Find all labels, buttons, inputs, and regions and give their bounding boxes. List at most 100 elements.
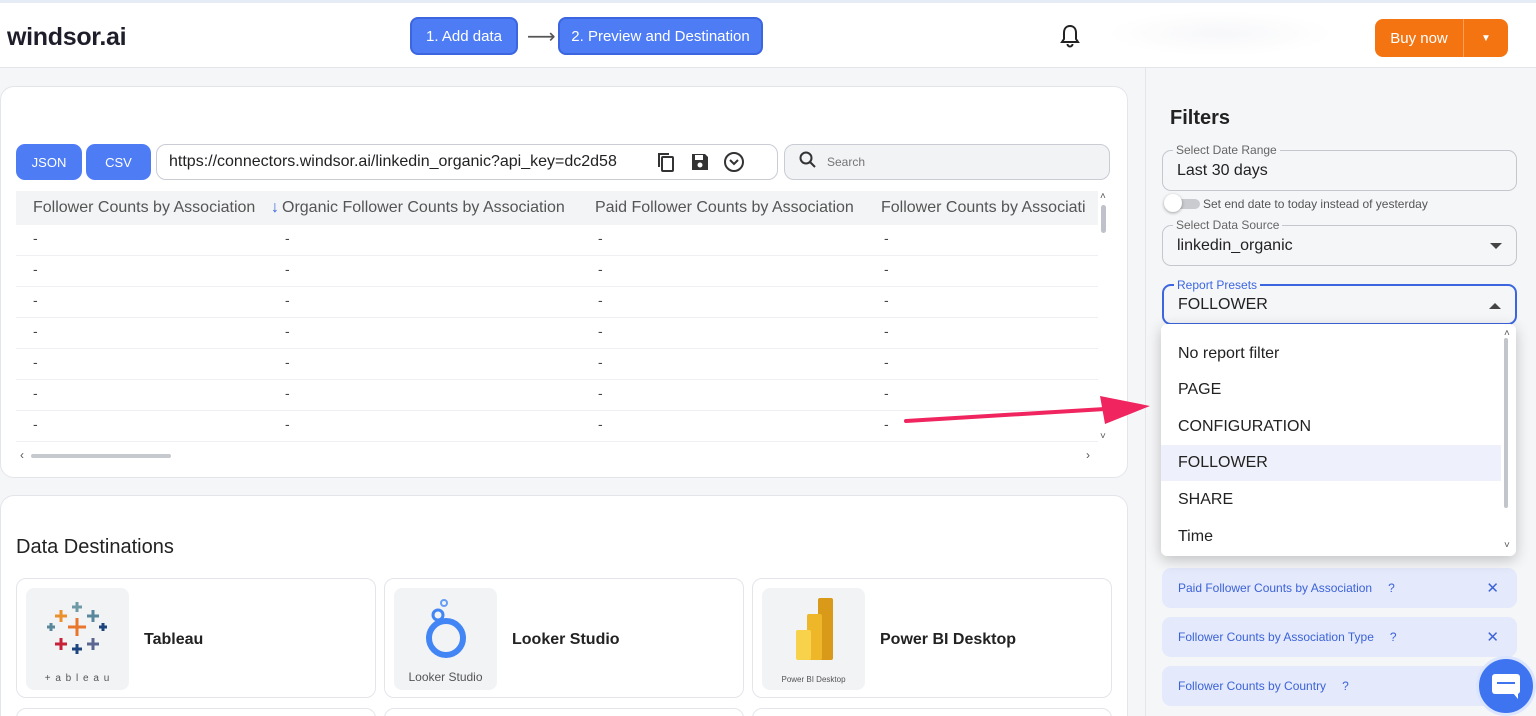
table-cell: - <box>884 323 889 339</box>
table-row: - - - - <box>16 349 1098 380</box>
destination-tile-partial[interactable] <box>16 708 376 716</box>
menu-item-follower[interactable]: FOLLOWER <box>1161 445 1501 481</box>
copy-icon[interactable] <box>654 150 678 174</box>
chat-widget-button[interactable] <box>1476 656 1536 716</box>
column-header[interactable]: Paid Follower Counts by Association <box>595 199 854 217</box>
report-presets-select[interactable]: Report Presets FOLLOWER <box>1162 278 1517 325</box>
notification-bell-icon[interactable] <box>1058 23 1082 49</box>
selected-field-chip[interactable]: Follower Counts by Association Type ? ✕ <box>1162 617 1517 657</box>
table-cell: - <box>884 292 889 308</box>
close-icon[interactable]: ✕ <box>1486 628 1499 646</box>
destination-tableau[interactable]: + a b l e a u Tableau <box>16 578 376 698</box>
chip-label: Follower Counts by Country <box>1178 679 1327 693</box>
menu-scrollbar[interactable] <box>1504 338 1508 508</box>
buy-now-label: Buy now <box>1390 29 1448 47</box>
destination-name: Tableau <box>144 631 204 648</box>
date-range-value: Last 30 days <box>1177 162 1268 179</box>
save-icon[interactable] <box>688 150 712 174</box>
close-icon[interactable]: ✕ <box>1486 579 1499 597</box>
json-format-button[interactable]: JSON <box>16 144 82 180</box>
menu-item-page[interactable]: PAGE <box>1161 372 1501 408</box>
step-preview-destination-button[interactable]: 2. Preview and Destination <box>558 17 763 55</box>
table-cell: - <box>598 323 603 339</box>
destination-name: Power BI Desktop <box>880 631 1017 648</box>
chevron-up-icon[interactable] <box>1489 303 1501 309</box>
end-date-toggle-knob[interactable] <box>1164 194 1182 212</box>
table-cell: - <box>285 292 290 308</box>
destination-name: Looker Studio <box>512 631 620 648</box>
chevron-down-icon[interactable] <box>1490 243 1502 249</box>
blurred-account-area <box>1105 11 1335 56</box>
power-bi-logo-icon: Power BI Desktop <box>762 588 865 690</box>
tableau-logo-caption: + a b l e a u <box>44 673 111 684</box>
table-vertical-scrollbar[interactable] <box>1101 205 1106 233</box>
destination-tile-partial[interactable] <box>752 708 1112 716</box>
sort-down-icon[interactable]: ↓ <box>271 199 279 217</box>
end-date-toggle-label: Set end date to today instead of yesterd… <box>1203 197 1428 211</box>
table-horizontal-scrollbar[interactable] <box>31 454 171 458</box>
windsor-logo[interactable]: windsor.ai <box>7 23 127 52</box>
help-icon[interactable]: ? <box>1390 630 1397 644</box>
table-cell: - <box>33 323 38 339</box>
menu-item-share[interactable]: SHARE <box>1161 482 1501 518</box>
scroll-right-arrow-icon[interactable]: › <box>1086 448 1090 462</box>
date-range-select[interactable]: Select Date Range Last 30 days <box>1162 143 1517 191</box>
table-search-box[interactable] <box>784 144 1110 180</box>
data-source-select[interactable]: Select Data Source linkedin_organic <box>1162 218 1517 266</box>
table-cell: - <box>285 230 290 246</box>
data-source-label: Select Data Source <box>1173 218 1283 232</box>
table-cell: - <box>884 416 889 432</box>
destination-power-bi-desktop[interactable]: Power BI Desktop Power BI Desktop <box>752 578 1112 698</box>
table-row: - - - - <box>16 225 1098 256</box>
csv-format-button[interactable]: CSV <box>86 144 151 180</box>
chat-icon <box>1492 674 1520 699</box>
api-url-field[interactable]: https://connectors.windsor.ai/linkedin_o… <box>156 144 778 180</box>
report-presets-label: Report Presets <box>1174 278 1261 292</box>
selected-field-chip[interactable]: Follower Counts by Country ? <box>1162 666 1517 706</box>
menu-item-time[interactable]: Time <box>1161 519 1501 555</box>
table-cell: - <box>884 385 889 401</box>
date-range-label: Select Date Range <box>1173 143 1280 157</box>
destination-tile-partial[interactable] <box>384 708 744 716</box>
table-cell: - <box>285 354 290 370</box>
table-cell: - <box>285 323 290 339</box>
report-presets-menu: No report filter PAGE CONFIGURATION FOLL… <box>1161 324 1516 556</box>
column-header[interactable]: Follower Counts by Association <box>33 199 255 217</box>
menu-item-configuration[interactable]: CONFIGURATION <box>1161 409 1501 445</box>
menu-scroll-down-icon[interactable]: ˅ <box>1504 540 1510 551</box>
table-cell: - <box>598 261 603 277</box>
table-row: - - - - <box>16 287 1098 318</box>
help-icon[interactable]: ? <box>1342 679 1349 693</box>
data-source-value: linkedin_organic <box>1177 237 1293 254</box>
looker-logo-caption: Looker Studio <box>408 670 483 684</box>
step-add-data-button[interactable]: 1. Add data <box>410 17 518 55</box>
scroll-left-arrow-icon[interactable]: ‹ <box>20 448 24 462</box>
expand-circle-icon[interactable] <box>722 150 746 174</box>
menu-scroll-up-icon[interactable]: ˄ <box>1504 328 1510 339</box>
table-cell: - <box>285 385 290 401</box>
annotation-arrow-icon <box>904 396 1150 424</box>
search-input[interactable] <box>827 155 1087 169</box>
destinations-title: Data Destinations <box>16 536 174 558</box>
menu-item-no-report-filter[interactable]: No report filter <box>1161 336 1501 372</box>
looker-studio-logo-icon: Looker Studio <box>394 588 497 690</box>
table-cell: - <box>884 230 889 246</box>
table-cell: - <box>33 230 38 246</box>
destination-looker-studio[interactable]: Looker Studio Looker Studio <box>384 578 744 698</box>
table-cell: - <box>33 292 38 308</box>
buy-dropdown-caret-icon[interactable]: ▼ <box>1464 33 1508 44</box>
column-header[interactable]: Organic Follower Counts by Association <box>282 199 565 217</box>
buy-now-button[interactable]: Buy now ▼ <box>1375 19 1508 57</box>
table-cell: - <box>33 354 38 370</box>
scroll-up-arrow-icon[interactable]: ˄ <box>1100 191 1106 202</box>
chip-label: Follower Counts by Association Type <box>1178 630 1374 644</box>
step-arrow-icon: ⟶ <box>527 26 556 48</box>
table-cell: - <box>598 354 603 370</box>
help-icon[interactable]: ? <box>1388 581 1395 595</box>
table-cell: - <box>598 292 603 308</box>
column-header[interactable]: Follower Counts by Associati <box>881 199 1086 217</box>
selected-field-chip[interactable]: Paid Follower Counts by Association ? ✕ <box>1162 568 1517 608</box>
api-url-text[interactable]: https://connectors.windsor.ai/linkedin_o… <box>169 153 644 171</box>
table-cell: - <box>33 261 38 277</box>
table-row: - - - - <box>16 256 1098 287</box>
